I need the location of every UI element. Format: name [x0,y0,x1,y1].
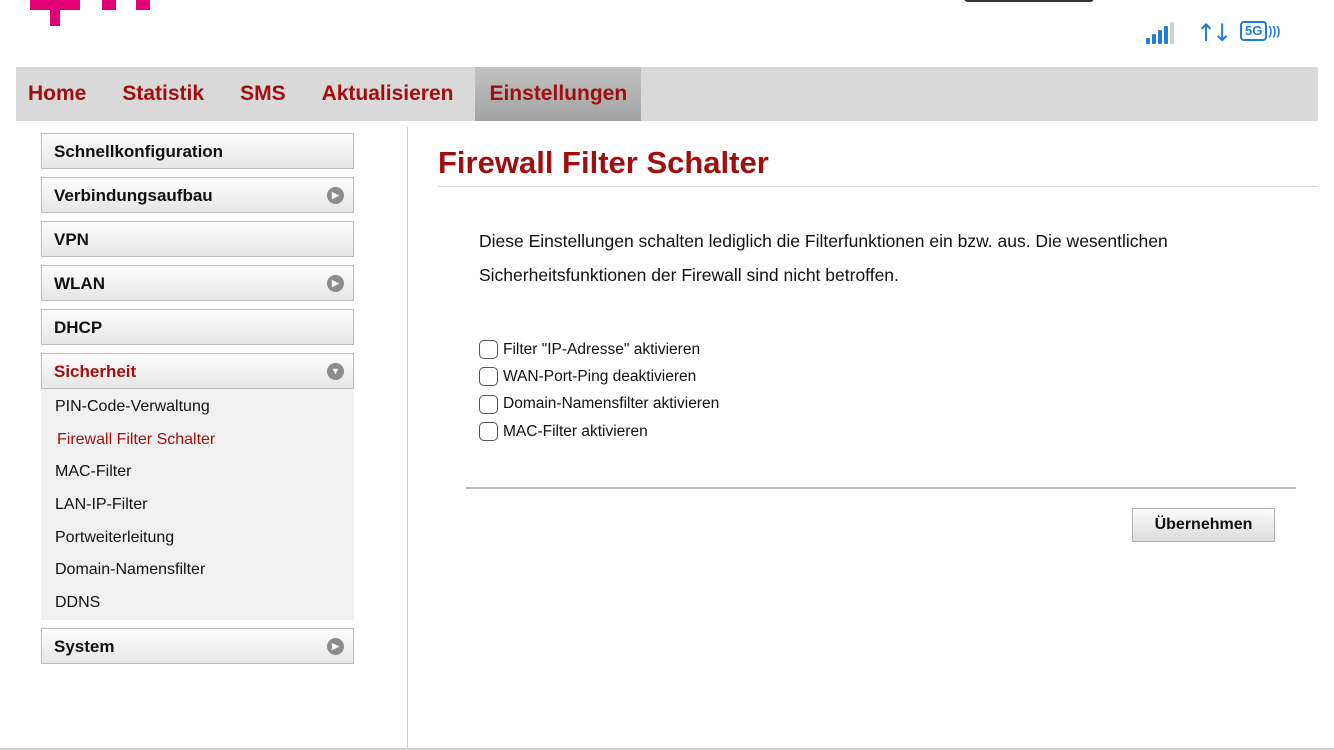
checkbox-row-mac-filter[interactable]: MAC-Filter aktivieren [479,418,719,445]
sidebar-item-verbindungsaufbau[interactable]: Verbindungsaufbau ▶ [41,177,354,213]
data-transfer-icon: ↑↓ [1196,19,1232,47]
telekom-logo [30,0,160,48]
logo-t-stem [50,0,60,26]
submenu-item-ddns[interactable]: DDNS [41,587,354,620]
sidebar-item-schnellkonfiguration[interactable]: Schnellkonfiguration [41,133,354,169]
nav-einstellungen[interactable]: Einstellungen [475,67,642,121]
page-title: Firewall Filter Schalter [438,145,769,180]
nav-statistik[interactable]: Statistik [104,67,222,121]
checkbox-label: WAN-Port-Ping deaktivieren [503,367,697,385]
mac-filter-checkbox[interactable] [479,422,498,442]
sidebar-item-label: Sicherheit [54,362,137,381]
sidebar-item-sicherheit[interactable]: Sicherheit ▼ [41,353,354,389]
filter-checkbox-list: Filter "IP-Adresse" aktivieren WAN-Port-… [479,336,719,445]
sidebar-item-label: WLAN [54,274,105,293]
submenu-item-domain-namensfilter[interactable]: Domain-Namensfilter [41,554,354,587]
sidebar-item-dhcp[interactable]: DHCP [41,309,354,345]
network-badge: 5G [1240,21,1268,41]
ip-address-filter-checkbox[interactable] [479,340,498,360]
submenu-item-lan-ip-filter[interactable]: LAN-IP-Filter [41,489,354,522]
arrow-right-circle-icon: ▶ [327,275,344,292]
submenu-item-portweiterleitung[interactable]: Portweiterleitung [41,522,354,555]
sidebar-item-label: Schnellkonfiguration [54,142,224,161]
5g-wifi-icon: 5G))) [1240,20,1280,42]
sidebar-item-vpn[interactable]: VPN [41,221,354,257]
page-description: Diese Einstellungen schalten lediglich d… [479,231,1168,285]
logo-square [102,0,116,10]
sidebar: Schnellkonfiguration Verbindungsaufbau ▶… [41,133,354,672]
sidebar-item-label: System [54,636,115,656]
nav-sms[interactable]: SMS [222,67,304,121]
arrow-right-circle-icon: ▶ [327,187,344,204]
submenu-item-mac-filter[interactable]: MAC-Filter [41,456,354,489]
wan-port-ping-checkbox[interactable] [479,367,498,387]
checkbox-row-ip-address-filter[interactable]: Filter "IP-Adresse" aktivieren [479,336,719,363]
arrow-right-circle-icon: ▶ [327,637,344,655]
sicherheit-submenu: PIN-Code-Verwaltung Firewall Filter Scha… [41,389,354,620]
sidebar-item-label: VPN [54,230,89,249]
title-divider [438,186,1318,187]
main-nav: Home Statistik SMS Aktualisieren Einstel… [16,67,1318,121]
nav-aktualisieren[interactable]: Aktualisieren [304,67,472,121]
vertical-divider [407,127,408,750]
sidebar-item-label: DHCP [54,318,103,337]
checkbox-label: Domain-Namensfilter aktivieren [503,395,720,413]
apply-button[interactable]: Übernehmen [1132,508,1275,542]
nav-home[interactable]: Home [16,67,104,121]
content-divider [466,487,1296,489]
checkbox-label: MAC-Filter aktivieren [503,422,648,440]
submenu-item-pin-code[interactable]: PIN-Code-Verwaltung [41,391,354,424]
top-partial-button[interactable] [964,0,1094,2]
checkbox-row-domain-filter[interactable]: Domain-Namensfilter aktivieren [479,391,719,418]
sidebar-item-label: Verbindungsaufbau [54,186,213,205]
logo-square [136,0,150,10]
sidebar-item-system[interactable]: System ▶ [41,627,354,664]
checkbox-label: Filter "IP-Adresse" aktivieren [503,340,701,358]
domain-filter-checkbox[interactable] [479,394,498,414]
sidebar-item-wlan[interactable]: WLAN ▶ [41,265,354,301]
submenu-item-firewall-filter[interactable]: Firewall Filter Schalter [41,424,354,457]
arrow-down-circle-icon: ▼ [327,363,344,380]
signal-strength-icon [1146,20,1174,44]
checkbox-row-wan-port-ping[interactable]: WAN-Port-Ping deaktivieren [479,363,719,390]
